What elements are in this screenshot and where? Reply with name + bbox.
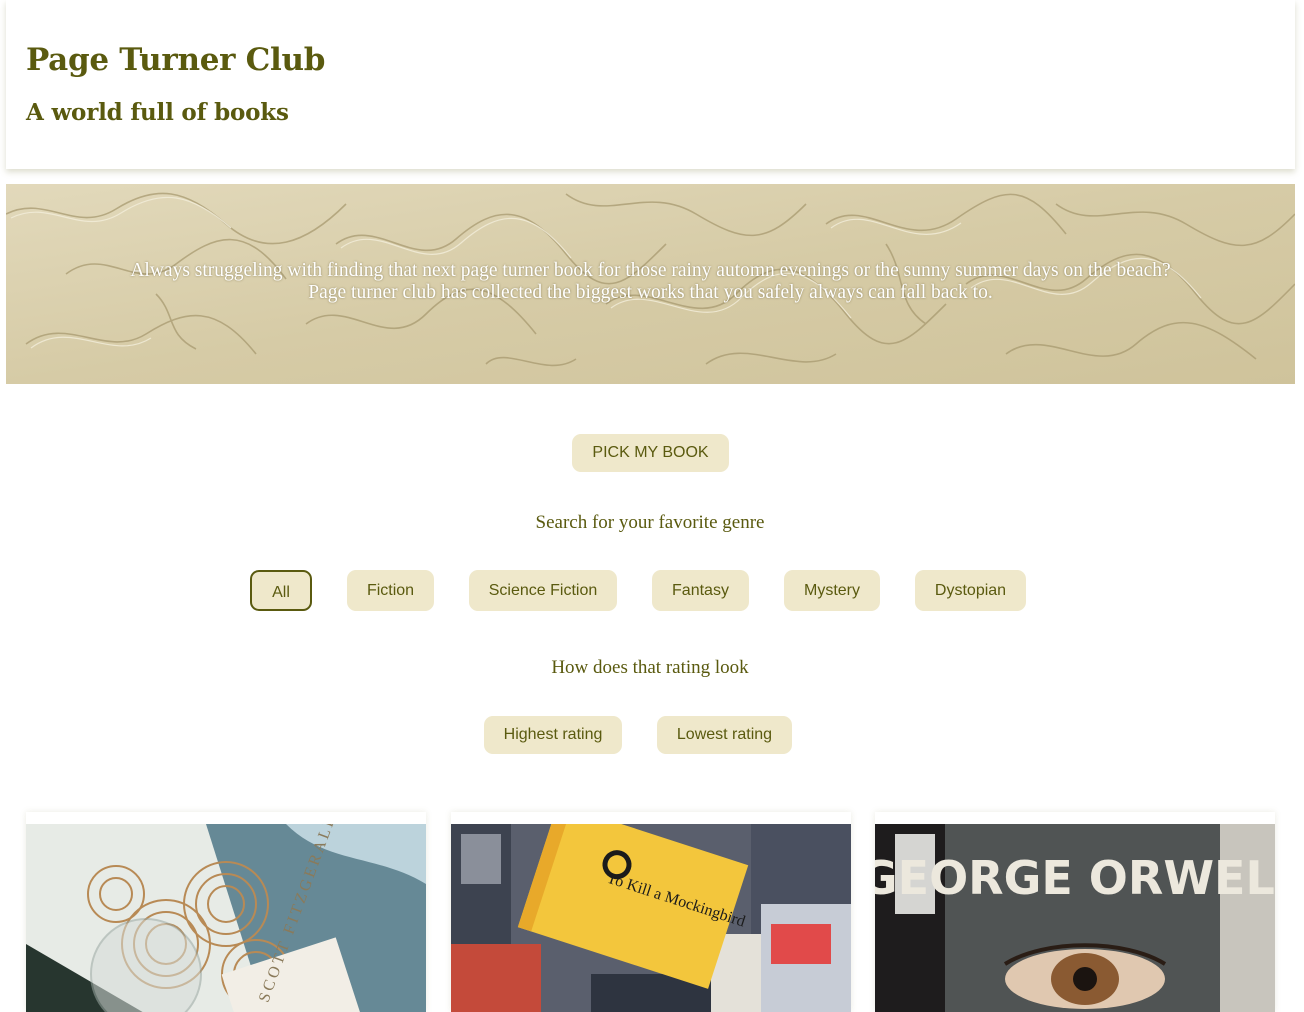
book-card[interactable]: GEORGE ORWELL	[875, 812, 1275, 1012]
book-cover-mockingbird: To Kill a Mockingbird	[451, 824, 851, 1012]
genre-filter-all[interactable]: All	[250, 570, 312, 611]
hero-text-line2: Page turner club has collected the bigge…	[308, 282, 993, 303]
genre-section-label: Search for your favorite genre	[535, 512, 765, 533]
book-cover-image: SCOTT FITZGERALD	[26, 824, 426, 1012]
site-header: Page Turner Club A world full of books	[6, 0, 1295, 169]
genre-filter-fantasy[interactable]: Fantasy	[652, 570, 749, 611]
book-cover-fitzgerald: SCOTT FITZGERALD	[26, 824, 426, 1012]
rating-section-label: How does that rating look	[551, 657, 749, 678]
cover-text: GEORGE ORWELL	[875, 851, 1275, 905]
book-cover-image: GEORGE ORWELL	[875, 824, 1275, 1012]
genre-filter-fiction[interactable]: Fiction	[347, 570, 434, 611]
pick-my-book-button[interactable]: PICK MY BOOK	[572, 434, 729, 472]
hero-text-line1: Always struggeling with finding that nex…	[130, 260, 1171, 281]
hero-banner: Always struggeling with finding that nex…	[6, 184, 1295, 384]
sort-highest-rating-button[interactable]: Highest rating	[484, 716, 622, 754]
hero-text: Always struggeling with finding that nex…	[6, 260, 1295, 304]
book-card[interactable]: SCOTT FITZGERALD	[26, 812, 426, 1012]
book-cover-orwell: GEORGE ORWELL	[875, 824, 1275, 1012]
sort-lowest-rating-button[interactable]: Lowest rating	[657, 716, 792, 754]
genre-filter-dystopian[interactable]: Dystopian	[915, 570, 1026, 611]
site-subtitle: A world full of books	[26, 99, 289, 126]
book-card[interactable]: To Kill a Mockingbird	[451, 812, 851, 1012]
book-cover-image: To Kill a Mockingbird	[451, 824, 851, 1012]
genre-filter-mystery[interactable]: Mystery	[784, 570, 880, 611]
site-title: Page Turner Club	[26, 42, 326, 78]
genre-filter-science-fiction[interactable]: Science Fiction	[469, 570, 617, 611]
